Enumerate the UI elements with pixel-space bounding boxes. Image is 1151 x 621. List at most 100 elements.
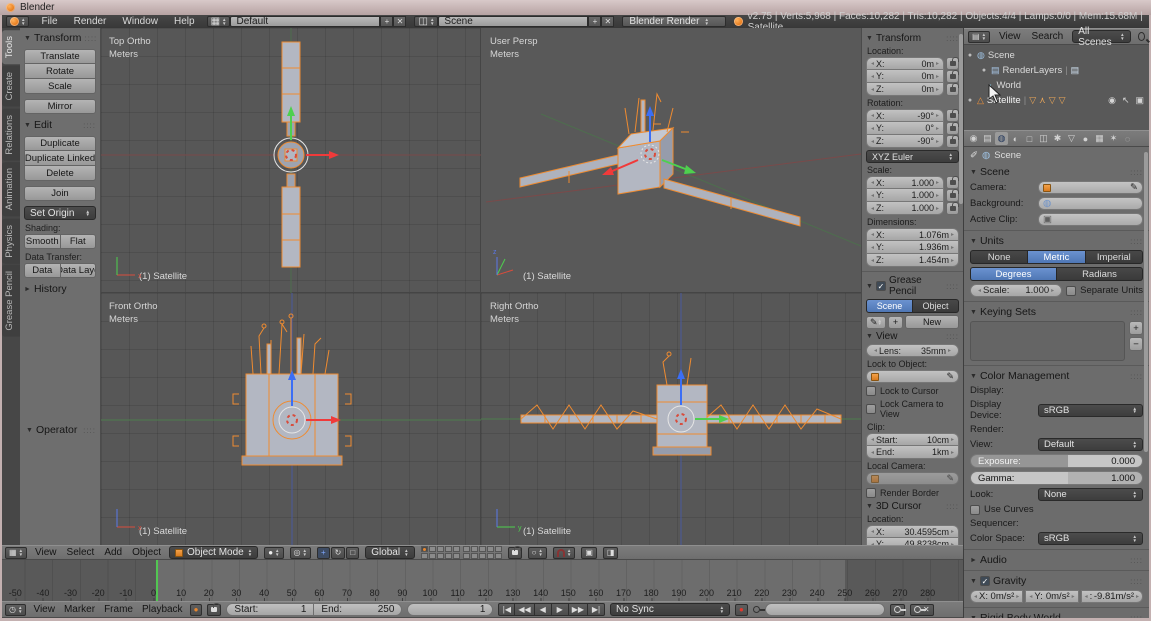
tab-world-icon[interactable]: ◐ (1009, 132, 1022, 145)
lock-icon[interactable] (946, 189, 959, 202)
translate-button[interactable]: Translate (24, 49, 96, 64)
gravity-z-field[interactable]: :-9.81m/s² (1081, 590, 1143, 603)
data-layout-button[interactable]: Data Layo (61, 263, 97, 278)
layer-toggle[interactable] (437, 546, 444, 552)
scene-browse-button[interactable]: ◫ (414, 16, 438, 27)
proportional-edit-button[interactable]: ○ (528, 547, 547, 559)
properties-scrollbar[interactable] (1144, 152, 1148, 452)
panel-header-scene[interactable]: Scene (970, 166, 1143, 178)
layer-toggle[interactable] (429, 546, 436, 552)
panel-header-transform[interactable]: Transform (24, 32, 96, 44)
timeline-ruler[interactable]: -50-40-30-20-100102030405060708090100110… (2, 560, 963, 601)
lock-camera-checkbox[interactable] (866, 404, 876, 414)
layer-toggle[interactable] (463, 546, 470, 552)
quad-user-persp[interactable]: User Persp Meters (1) Satellite (481, 28, 861, 293)
quad-front-ortho[interactable]: Front Ortho Meters (1) Satellite (101, 293, 481, 545)
view-transform-select[interactable]: Default (1038, 438, 1143, 451)
duplicate-button[interactable]: Duplicate (24, 136, 96, 151)
panel-header-operator[interactable]: Operator (26, 424, 96, 436)
timeline-menu-frame[interactable]: Frame (102, 604, 135, 615)
grease-crosshair-icon[interactable]: + (888, 316, 903, 329)
outliner-row-world[interactable]: ◐ World (966, 78, 1147, 93)
mirror-button[interactable]: Mirror (24, 99, 96, 114)
layer-toggle[interactable] (437, 553, 444, 559)
rotation-x-field[interactable]: X:-90° (866, 109, 944, 122)
display-device-select[interactable]: sRGB (1038, 404, 1143, 417)
layer-toggle[interactable] (471, 546, 478, 552)
gravity-y-field[interactable]: Y:0m/s² (1025, 590, 1078, 603)
lock-icon[interactable] (946, 176, 959, 189)
keying-lock-button[interactable] (207, 604, 221, 616)
menu-window[interactable]: Window (118, 16, 162, 27)
tab-render-layers-icon[interactable]: ▤ (981, 132, 994, 145)
selectability-pointer-icon[interactable]: ↖ (1122, 95, 1130, 106)
editor-type-button[interactable]: ◷ (5, 604, 26, 616)
separate-units-checkbox[interactable] (1066, 286, 1076, 296)
layer-toggle[interactable] (445, 553, 452, 559)
search-icon[interactable] (1138, 32, 1145, 41)
rotation-mode-select[interactable]: XYZ Euler (866, 150, 959, 163)
snap-button[interactable] (553, 547, 575, 559)
layer-toggle[interactable] (479, 553, 486, 559)
data-button[interactable]: Data (24, 263, 61, 278)
panel-header-gravity[interactable]: Gravity (970, 575, 1143, 587)
tab-render-icon[interactable]: ◉ (967, 132, 980, 145)
next-keyframe-button[interactable]: ▶▶ (569, 603, 588, 616)
scene-name-field[interactable]: Scene (438, 16, 588, 27)
scale-button[interactable]: Scale (24, 79, 96, 94)
pivot-point-button[interactable]: ◎ (290, 547, 311, 559)
outliner-menu-view[interactable]: View (997, 31, 1023, 42)
exposure-slider[interactable]: Exposure: 0.000 (970, 454, 1143, 468)
lens-field[interactable]: Lens:35mm (866, 344, 959, 357)
frame-start-field[interactable]: Start:1 (226, 603, 314, 616)
shade-smooth-button[interactable]: Smooth (24, 234, 61, 249)
dimension-z-field[interactable]: Z:1.454m (866, 254, 959, 267)
layer-toggle[interactable] (479, 546, 486, 552)
layer-toggle[interactable] (421, 553, 428, 559)
lock-icon[interactable] (946, 122, 959, 135)
render-engine-select[interactable]: Blender Render (622, 16, 726, 27)
layer-toggle[interactable] (487, 546, 494, 552)
opengl-render-button[interactable]: ▣ (581, 547, 597, 559)
play-button[interactable]: ▶ (552, 603, 569, 616)
duplicate-linked-button[interactable]: Duplicate Linked (24, 151, 96, 166)
add-keying-set-button[interactable]: + (1129, 321, 1143, 335)
layer-toggle[interactable] (429, 553, 436, 559)
look-select[interactable]: None (1038, 488, 1143, 501)
panel-header-color-management[interactable]: Color Management (970, 370, 1143, 382)
menu-help[interactable]: Help (170, 16, 199, 27)
tab-physics[interactable]: Physics (2, 219, 20, 264)
lock-layers-button[interactable] (508, 547, 522, 559)
view3d-menu-view[interactable]: View (33, 547, 59, 558)
panel-header-rigid-body-world[interactable]: Rigid Body World (970, 612, 1143, 618)
delete-layout-button[interactable]: ✕ (393, 16, 406, 27)
rotation-y-field[interactable]: Y:0° (866, 122, 944, 135)
panel-header-3d-cursor[interactable]: 3D Cursor (866, 501, 959, 512)
layers-widget[interactable] (421, 546, 502, 559)
units-imperial-button[interactable]: Imperial (1086, 250, 1143, 264)
lock-icon[interactable] (946, 70, 959, 83)
timeline-menu-playback[interactable]: Playback (140, 604, 185, 615)
tab-texture-icon[interactable]: ▦ (1093, 132, 1106, 145)
timeline-menu-view[interactable]: View (31, 604, 57, 615)
outliner-menu-search[interactable]: Search (1030, 31, 1066, 42)
clip-end-field[interactable]: End:1km (866, 446, 959, 459)
grease-draw-icon[interactable]: ✎ (866, 316, 886, 329)
dimension-x-field[interactable]: X:1.076m (866, 228, 959, 241)
screen-layout-name-field[interactable]: Default (230, 16, 380, 27)
quad-top-ortho[interactable]: Top Ortho Meters (1) Satellite (101, 28, 481, 293)
visibility-eye-icon[interactable]: ◉ (1108, 95, 1116, 106)
tab-relations[interactable]: Relations (2, 109, 20, 161)
tab-tools[interactable]: Tools (2, 30, 20, 64)
layer-toggle[interactable] (495, 553, 502, 559)
scale-z-field[interactable]: Z:1.000 (866, 202, 944, 215)
tab-modifiers-icon[interactable]: ✱ (1051, 132, 1064, 145)
blender-menu-button[interactable] (6, 16, 29, 27)
auto-keyframe-button[interactable]: ● (190, 604, 203, 616)
tab-particles-icon[interactable]: ✶ (1107, 132, 1120, 145)
gravity-checkbox[interactable] (980, 576, 990, 586)
clip-start-field[interactable]: Start:10cm (866, 433, 959, 446)
current-frame-marker[interactable] (156, 560, 158, 601)
scale-x-field[interactable]: X:1.000 (866, 176, 944, 189)
panel-header-keying-sets[interactable]: Keying Sets (970, 306, 1143, 318)
